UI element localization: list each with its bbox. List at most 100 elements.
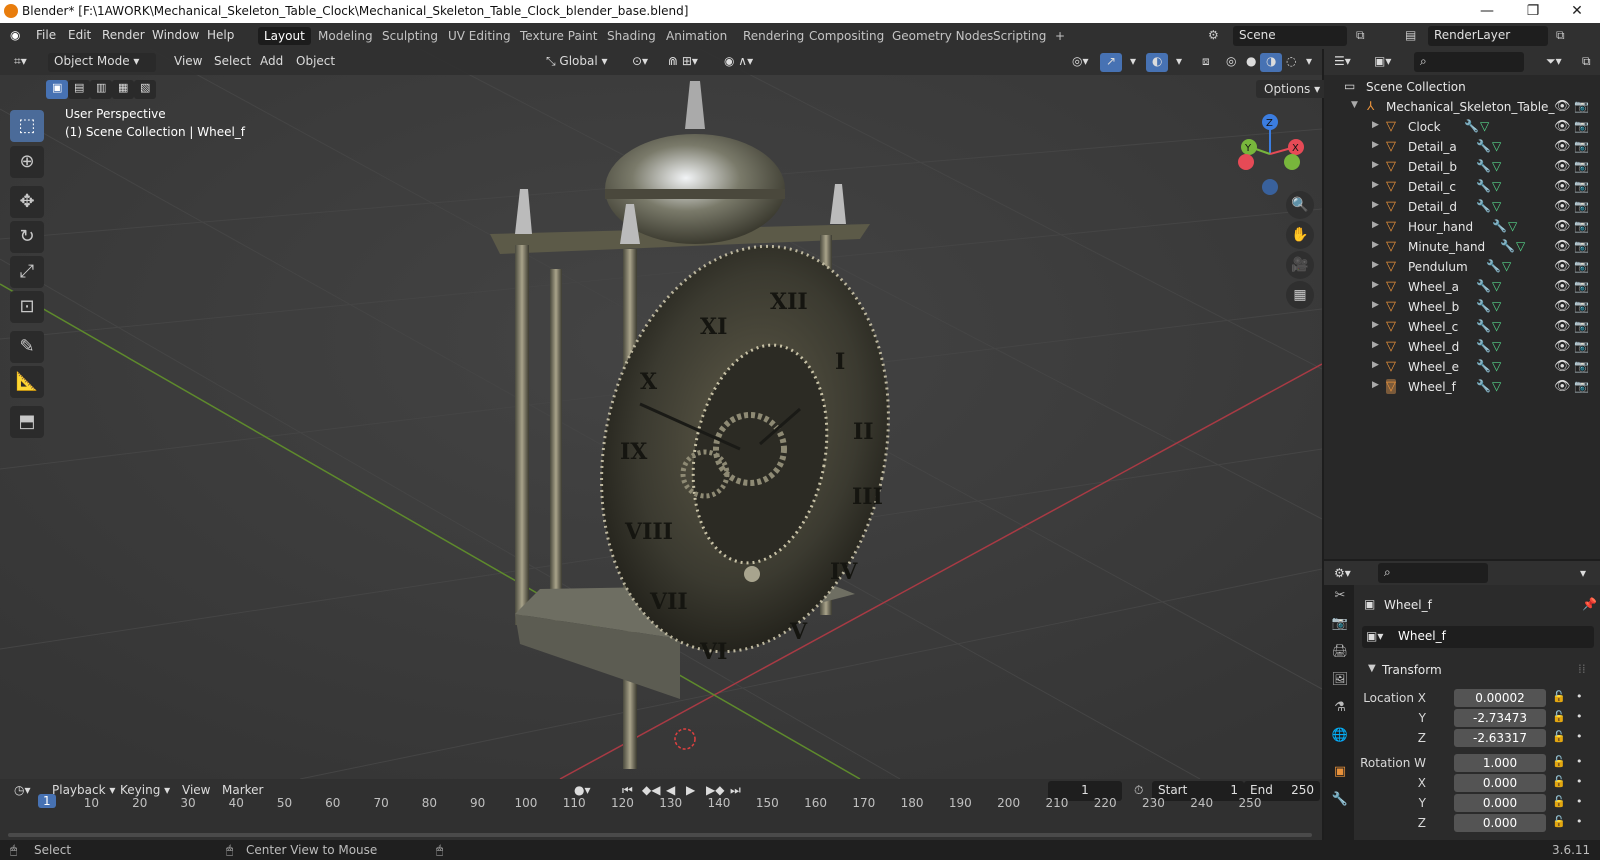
zoom-icon[interactable]: 🔍 <box>1286 191 1314 219</box>
location-y-field[interactable]: -2.73473 <box>1454 709 1546 727</box>
menu-file[interactable]: File <box>36 28 56 42</box>
render-camera-icon[interactable]: 📷 <box>1574 179 1589 193</box>
transform-tool-icon[interactable]: ⊡ <box>10 291 44 323</box>
rotation-x-field[interactable]: 0.000 <box>1454 774 1546 792</box>
location-x-field[interactable]: 0.00002 <box>1454 689 1546 707</box>
render-camera-icon[interactable]: 📷 <box>1574 199 1589 213</box>
close-button[interactable]: ✕ <box>1554 0 1600 23</box>
outliner-object-row[interactable]: ▶ ▽ Detail_c 🔧 ▽ 👁 📷 <box>1324 177 1600 197</box>
visibility-eye-icon[interactable]: 👁 <box>1554 179 1571 194</box>
tab-geometry-nodes[interactable]: Geometry Nodes <box>886 27 999 45</box>
mesh-data-icon[interactable]: ▽ <box>1492 199 1501 213</box>
modifier-wrench-icon[interactable]: 🔧 <box>1464 119 1479 133</box>
output-tab-icon[interactable]: 🖨 <box>1329 641 1351 663</box>
pin-icon[interactable]: 📌 <box>1582 597 1597 611</box>
annotate-tool-icon[interactable]: ✎ <box>10 331 44 363</box>
overlay-toggle-icon[interactable]: ◐ <box>1146 53 1169 72</box>
render-camera-icon[interactable]: 📷 <box>1574 139 1589 153</box>
lock-icon[interactable]: 🔓 <box>1552 775 1566 788</box>
mesh-data-icon[interactable]: ▽ <box>1492 379 1501 393</box>
proportional-edit-icon[interactable]: ◉ ∧▾ <box>718 53 759 72</box>
menu-object[interactable]: Object <box>290 53 341 72</box>
xray-icon[interactable]: ⧈ <box>1196 53 1216 72</box>
move-tool-icon[interactable]: ✥ <box>10 186 44 218</box>
options-dropdown[interactable]: Options ▾ <box>1256 80 1329 98</box>
select-subtract-icon[interactable]: ▥ <box>90 80 113 99</box>
outliner-object-row[interactable]: ▶ ▽ Wheel_f 🔧 ▽ 👁 📷 <box>1324 377 1600 397</box>
display-mode-icon[interactable]: ▣▾ <box>1368 53 1397 72</box>
modifier-wrench-icon[interactable]: 🔧 <box>1476 319 1491 333</box>
menu-select[interactable]: Select <box>208 53 257 72</box>
gizmo-dropdown-icon[interactable]: ▾ <box>1124 53 1142 72</box>
mesh-data-icon[interactable]: ▽ <box>1492 179 1501 193</box>
keyframe-dot-icon[interactable]: • <box>1576 795 1583 808</box>
mesh-data-icon[interactable]: ▽ <box>1492 359 1501 373</box>
select-box-tool-icon[interactable]: ⬚ <box>10 110 44 142</box>
location-z-field[interactable]: -2.63317 <box>1454 729 1546 747</box>
expand-right-icon[interactable]: ▶ <box>1372 300 1379 310</box>
render-tab-icon[interactable]: 📷 <box>1329 613 1351 635</box>
render-camera-icon[interactable]: 📷 <box>1574 359 1589 373</box>
modifier-wrench-icon[interactable]: 🔧 <box>1486 259 1501 273</box>
menu-window[interactable]: Window <box>152 28 199 42</box>
transform-panel-header[interactable]: ▼ Transform ⁞⁞ <box>1362 660 1594 682</box>
select-extend-icon[interactable]: ▤ <box>68 80 91 99</box>
tab-animation[interactable]: Animation <box>660 27 733 45</box>
modifier-tab-icon[interactable]: 🔧 <box>1329 789 1351 811</box>
outliner-object-row[interactable]: ▶ ▽ Wheel_c 🔧 ▽ 👁 📷 <box>1324 317 1600 337</box>
render-camera-icon[interactable]: 📷 <box>1574 99 1589 113</box>
tab-compositing[interactable]: Compositing <box>803 27 890 45</box>
rotation-w-field[interactable]: 1.000 <box>1454 754 1546 772</box>
visibility-eye-icon[interactable]: 👁 <box>1554 99 1571 114</box>
pan-hand-icon[interactable]: ✋ <box>1286 221 1314 249</box>
new-layer-icon[interactable]: ⧉ <box>1556 28 1565 43</box>
expand-right-icon[interactable]: ▶ <box>1372 380 1379 390</box>
modifier-wrench-icon[interactable]: 🔧 <box>1476 339 1491 353</box>
modifier-wrench-icon[interactable]: 🔧 <box>1476 179 1491 193</box>
tab-modeling[interactable]: Modeling <box>312 27 379 45</box>
snap-icon[interactable]: ⋒ ⊞▾ <box>662 53 704 72</box>
expand-right-icon[interactable]: ▶ <box>1372 240 1379 250</box>
mesh-data-icon[interactable]: ▽ <box>1492 159 1501 173</box>
render-camera-icon[interactable]: 📷 <box>1574 219 1589 233</box>
render-layer-icon[interactable]: ▤ <box>1405 28 1416 42</box>
keyframe-dot-icon[interactable]: • <box>1576 710 1583 723</box>
keyframe-dot-icon[interactable]: • <box>1576 755 1583 768</box>
expand-right-icon[interactable]: ▶ <box>1372 140 1379 150</box>
pivot-icon[interactable]: ⊙▾ <box>626 53 654 72</box>
visibility-eye-icon[interactable]: 👁 <box>1554 279 1571 294</box>
select-new-icon[interactable]: ▣ <box>46 80 69 99</box>
select-intersect-icon[interactable]: ▧ <box>134 80 157 99</box>
expand-right-icon[interactable]: ▶ <box>1372 200 1379 210</box>
tab-texture-paint[interactable]: Texture Paint <box>514 27 603 45</box>
expand-right-icon[interactable]: ▶ <box>1372 340 1379 350</box>
properties-editor-icon[interactable]: ⚙▾ <box>1328 565 1357 584</box>
outliner-object-row[interactable]: ▶ ▽ Pendulum 🔧 ▽ 👁 📷 <box>1324 257 1600 277</box>
outliner-object-row[interactable]: ▶ ▽ Detail_a 🔧 ▽ 👁 📷 <box>1324 137 1600 157</box>
menu-add[interactable]: Add <box>254 53 289 72</box>
outliner-object-row[interactable]: ▶ ▽ Clock 🔧 ▽ 👁 📷 <box>1324 117 1600 137</box>
outliner-object-row[interactable]: ▶ ▽ Wheel_e 🔧 ▽ 👁 📷 <box>1324 357 1600 377</box>
view-layer-tab-icon[interactable]: 🖼 <box>1329 669 1351 691</box>
menu-view[interactable]: View <box>168 53 208 72</box>
add-cube-tool-icon[interactable]: ⬒ <box>10 406 44 438</box>
overlay-dropdown-icon[interactable]: ▾ <box>1170 53 1188 72</box>
gizmo-toggle-icon[interactable]: ↗ <box>1100 53 1123 72</box>
visibility-eye-icon[interactable]: 👁 <box>1554 299 1571 314</box>
object-datablock-field[interactable]: ▣▾ Wheel_f <box>1362 626 1594 648</box>
mesh-data-icon[interactable]: ▽ <box>1502 259 1511 273</box>
modifier-wrench-icon[interactable]: 🔧 <box>1476 199 1491 213</box>
mesh-data-icon[interactable]: ▽ <box>1492 299 1501 313</box>
visibility-eye-icon[interactable]: 👁 <box>1554 359 1571 374</box>
mesh-data-icon[interactable]: ▽ <box>1492 279 1501 293</box>
mesh-data-icon[interactable]: ▽ <box>1492 139 1501 153</box>
render-camera-icon[interactable]: 📷 <box>1574 339 1589 353</box>
new-scene-icon[interactable]: ⧉ <box>1356 28 1365 43</box>
scene-tab-icon[interactable]: ⚗ <box>1329 697 1351 719</box>
tab-rendering[interactable]: Rendering <box>737 27 810 45</box>
add-workspace-button[interactable]: + <box>1049 27 1071 45</box>
mesh-data-icon[interactable]: ▽ <box>1492 339 1501 353</box>
lock-icon[interactable]: 🔓 <box>1552 795 1566 808</box>
expand-right-icon[interactable]: ▶ <box>1372 220 1379 230</box>
outliner-editor-icon[interactable]: ☰▾ <box>1328 53 1357 72</box>
